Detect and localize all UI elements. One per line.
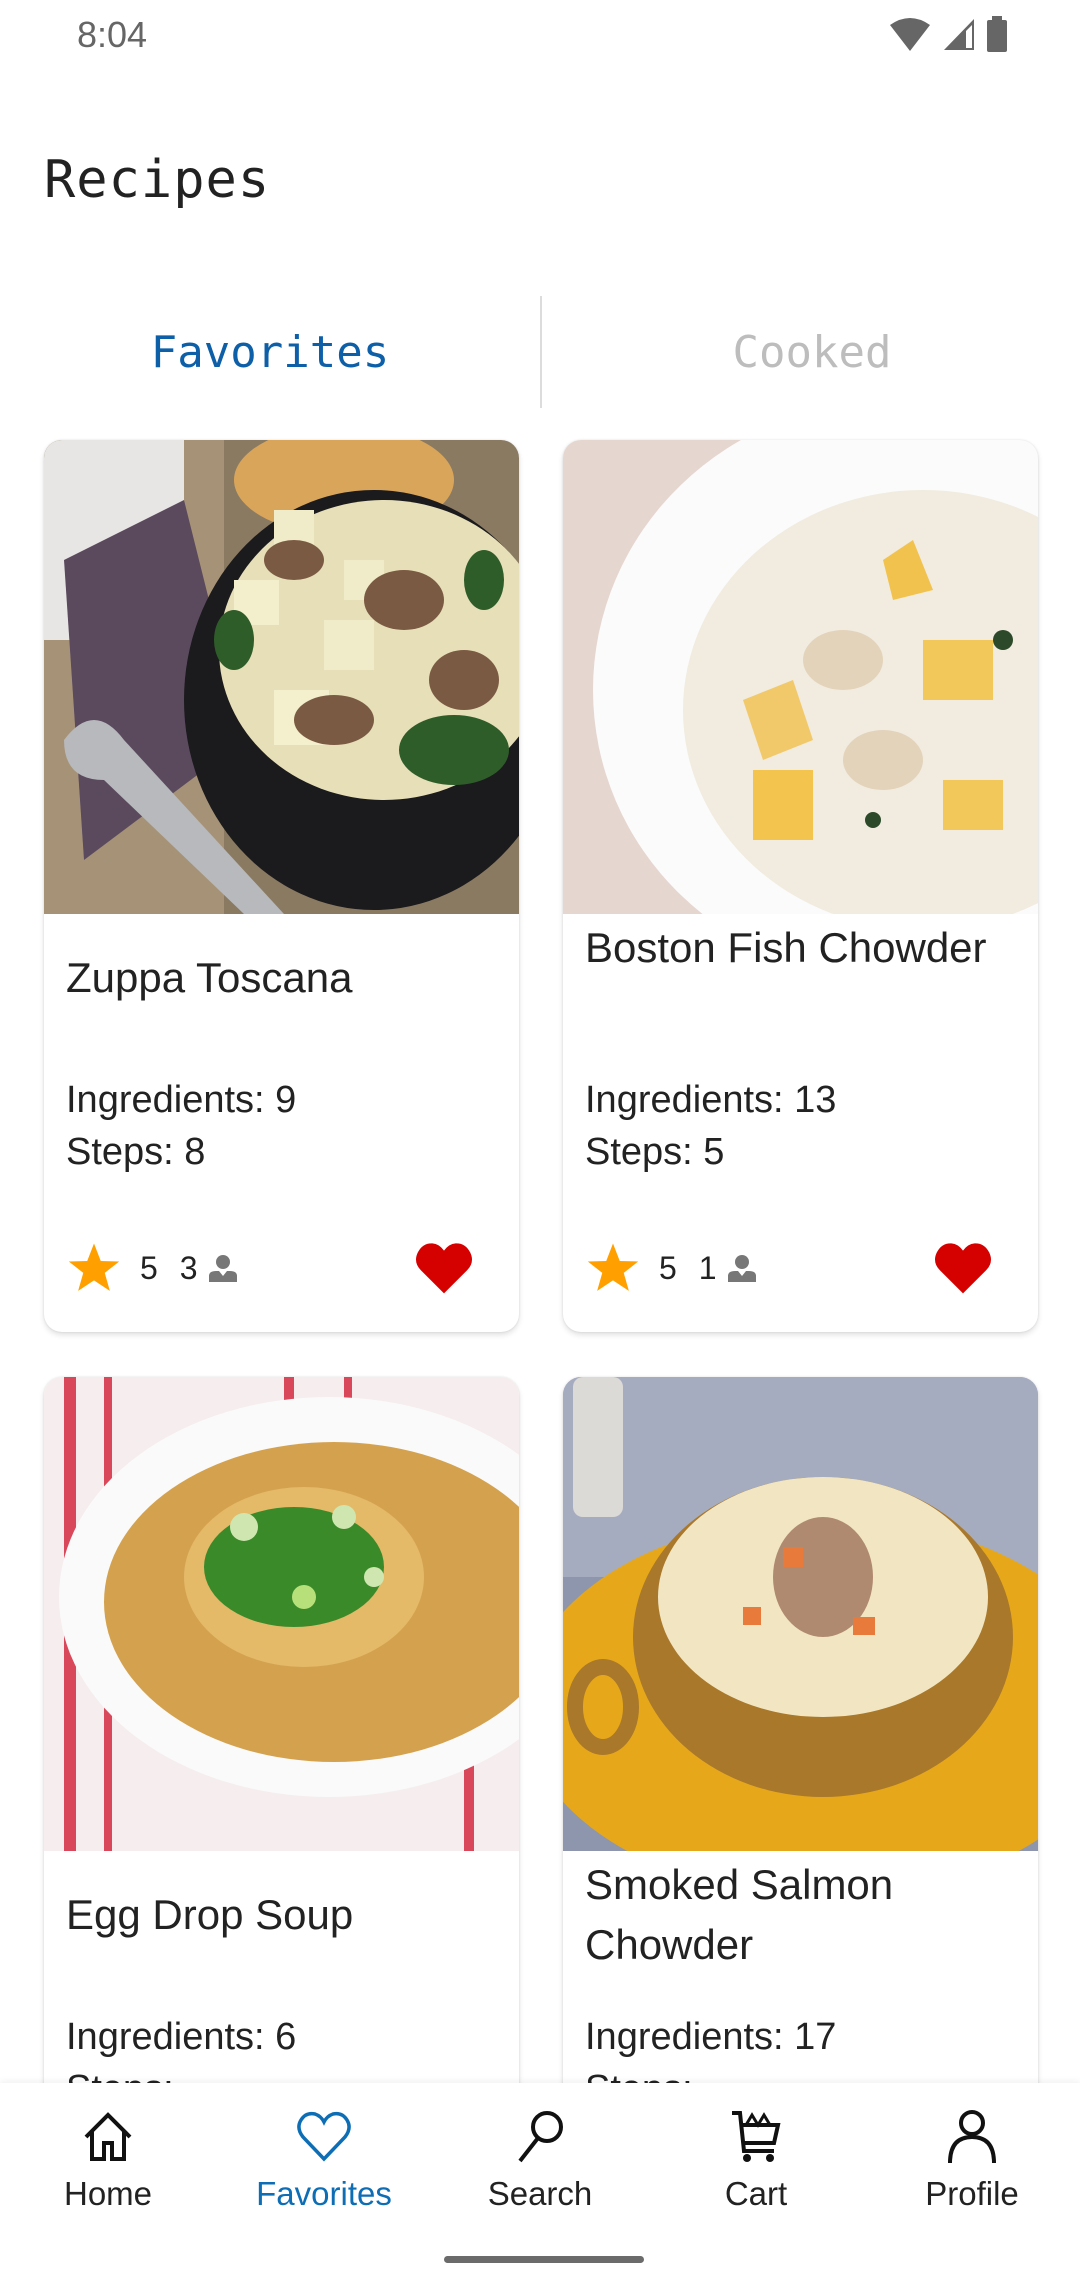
star-icon	[68, 1243, 120, 1291]
heart-filled-icon	[935, 1243, 991, 1294]
star-icon	[587, 1243, 639, 1291]
heart-filled-icon	[416, 1243, 472, 1294]
nav-search[interactable]: Search	[432, 2107, 648, 2227]
recipe-card[interactable]: Zuppa Toscana Ingredients: 9 Steps: 8 5 …	[44, 440, 519, 1332]
status-time: 8:04	[77, 14, 148, 55]
cooks-count: 1	[698, 1249, 717, 1286]
rating-value: 5	[140, 1249, 158, 1286]
person-icon	[208, 1255, 237, 1282]
recipe-steps: Steps: 8	[66, 1131, 206, 1173]
recipe-ingredients: Ingredients: 9	[66, 1079, 297, 1121]
fish-chowder-photo	[563, 440, 1038, 914]
person-icon	[727, 1255, 756, 1282]
zuppa-toscana-photo	[44, 440, 519, 914]
recipe-ingredients: Ingredients: 6	[66, 2016, 297, 2058]
favorite-button[interactable]	[934, 1241, 992, 1295]
tab-favorites[interactable]: Favorites	[0, 296, 540, 408]
nav-cart[interactable]: Cart	[648, 2107, 864, 2227]
salmon-chowder-photo	[563, 1377, 1038, 1851]
tab-bar: Favorites Cooked	[0, 296, 1080, 408]
nav-home[interactable]: Home	[0, 2107, 216, 2227]
home-icon	[84, 2112, 132, 2161]
nav-label: Home	[63, 2175, 153, 2212]
home-indicator[interactable]	[444, 2256, 644, 2263]
recipe-card[interactable]: Boston Fish Chowder Ingredients: 13 Step…	[563, 440, 1038, 1332]
nav-label: Cart	[724, 2175, 788, 2212]
cooks-count: 3	[179, 1249, 198, 1286]
favorite-button[interactable]	[415, 1241, 473, 1295]
cart-icon	[732, 2111, 781, 2162]
status-bar: 8:04	[0, 0, 1080, 70]
heart-outline-icon	[297, 2111, 351, 2162]
nav-label: Favorites	[256, 2175, 392, 2212]
nav-profile[interactable]: Profile	[864, 2107, 1080, 2227]
recipe-steps: Steps: 5	[585, 1131, 725, 1173]
wifi-icon	[890, 18, 930, 51]
recipe-footer: 5 1	[585, 1233, 1016, 1303]
nav-label: Profile	[925, 2175, 1019, 2212]
nav-label: Search	[487, 2175, 593, 2212]
recipe-title: Zuppa Toscana	[66, 954, 353, 1001]
page-title: Recipes	[44, 150, 271, 210]
status-icons	[888, 16, 1008, 52]
recipe-footer: 5 3	[66, 1233, 497, 1303]
recipe-title: Boston Fish Chowder	[585, 924, 987, 971]
tab-cooked[interactable]: Cooked	[542, 296, 1080, 408]
search-icon	[518, 2111, 563, 2163]
cell-signal-icon	[944, 19, 974, 50]
battery-icon	[987, 16, 1007, 52]
recipe-title: Egg Drop Soup	[66, 1891, 354, 1938]
egg-drop-soup-photo	[44, 1377, 519, 1851]
recipe-ingredients: Ingredients: 17	[585, 2016, 837, 2058]
profile-icon	[948, 2110, 996, 2164]
recipe-ingredients: Ingredients: 13	[585, 1079, 837, 1121]
bottom-nav: Home Favorites Search Cart Profile	[0, 2083, 1080, 2280]
recipe-title: Smoked Salmon Chowder	[585, 1861, 894, 1968]
nav-favorites[interactable]: Favorites	[216, 2107, 432, 2227]
rating-value: 5	[659, 1249, 677, 1286]
